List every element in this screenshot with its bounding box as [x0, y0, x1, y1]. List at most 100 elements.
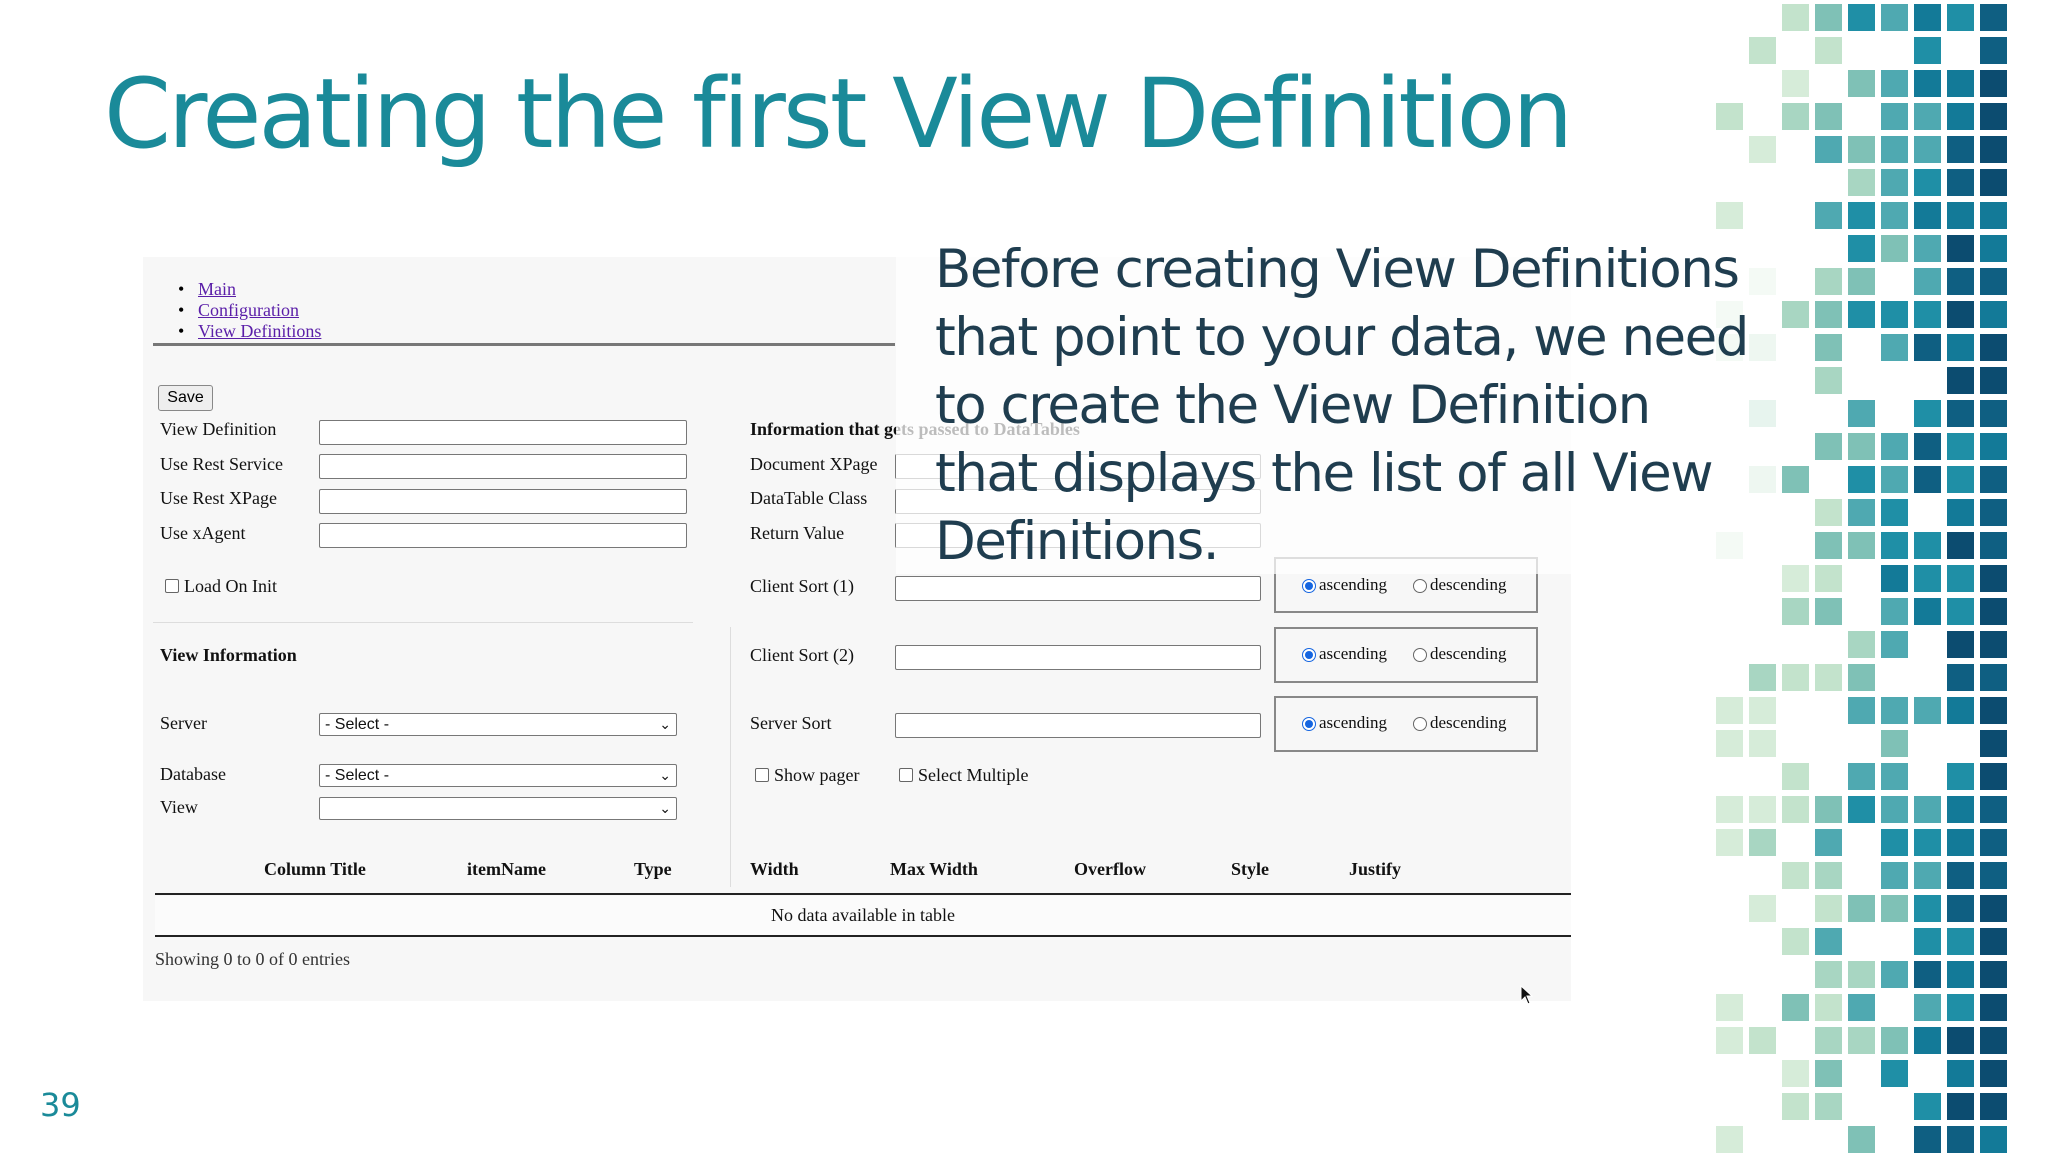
mosaic-tile: [1815, 829, 1842, 856]
use-xagent-input[interactable]: [319, 523, 687, 548]
mosaic-tile: [1980, 136, 2007, 163]
client-sort-2-descending-radio[interactable]: [1413, 648, 1427, 662]
mosaic-tile: [1914, 4, 1941, 31]
mosaic-tile: [1848, 763, 1875, 790]
mosaic-tile: [1881, 433, 1908, 460]
column-header-type[interactable]: Type: [634, 859, 672, 880]
mosaic-tile: [1749, 829, 1776, 856]
view-definition-input[interactable]: [319, 420, 687, 445]
mosaic-tile: [1848, 664, 1875, 691]
database-select[interactable]: - Select - ⌄: [319, 764, 677, 787]
mosaic-tile: [1815, 796, 1842, 823]
mosaic-tile: [1749, 796, 1776, 823]
mosaic-tile: [1914, 895, 1941, 922]
nav-link-main[interactable]: Main: [198, 279, 236, 299]
mosaic-tile: [1716, 202, 1743, 229]
datatable-class-label: DataTable Class: [750, 488, 868, 508]
server-sort-descending-radio[interactable]: [1413, 717, 1427, 731]
nav-item-main[interactable]: Main: [178, 279, 321, 300]
server-select[interactable]: - Select - ⌄: [319, 713, 677, 736]
mosaic-tile: [1980, 169, 2007, 196]
mosaic-tile: [1947, 433, 1974, 460]
mosaic-tile: [1947, 235, 1974, 262]
table-header-rule: [155, 893, 1571, 895]
client-sort-2-direction: ascending descending: [1274, 627, 1538, 683]
mosaic-tile: [1947, 4, 1974, 31]
mosaic-tile: [1782, 598, 1809, 625]
mosaic-tile: [1815, 532, 1842, 559]
table-bottom-rule: [155, 935, 1571, 937]
mosaic-tile: [1815, 37, 1842, 64]
client-sort-2-ascending-label: ascending: [1319, 644, 1387, 663]
column-header-style[interactable]: Style: [1231, 859, 1269, 880]
column-header-column-title[interactable]: Column Title: [264, 859, 366, 880]
mosaic-tile: [1980, 235, 2007, 262]
client-sort-2-input[interactable]: [895, 645, 1261, 670]
mosaic-tile: [1749, 664, 1776, 691]
mosaic-tile: [1914, 598, 1941, 625]
mosaic-tile: [1980, 367, 2007, 394]
show-pager-label: Show pager: [774, 765, 860, 785]
select-multiple-checkbox[interactable]: [899, 768, 913, 782]
column-header-itemname[interactable]: itemName: [467, 859, 546, 880]
client-sort-1-ascending-radio[interactable]: [1302, 579, 1316, 593]
view-select[interactable]: ⌄: [319, 797, 677, 820]
column-header-overflow[interactable]: Overflow: [1074, 859, 1146, 880]
mosaic-tile: [1848, 136, 1875, 163]
mosaic-tile: [1848, 169, 1875, 196]
nav-link-configuration[interactable]: Configuration: [198, 300, 299, 320]
mosaic-tile: [1914, 169, 1941, 196]
mosaic-tile: [1881, 862, 1908, 889]
mosaic-tile: [1947, 70, 1974, 97]
column-header-max-width[interactable]: Max Width: [890, 859, 978, 880]
nav-item-view-definitions[interactable]: View Definitions: [178, 321, 321, 342]
mosaic-tile: [1947, 631, 1974, 658]
client-sort-2-descending-label: descending: [1430, 644, 1507, 663]
client-sort-2-ascending-radio[interactable]: [1302, 648, 1316, 662]
mosaic-tile: [1980, 598, 2007, 625]
client-sort-1-ascending-label: ascending: [1319, 575, 1387, 594]
mosaic-tile: [1881, 895, 1908, 922]
select-multiple-label: Select Multiple: [918, 765, 1029, 785]
nav-link-view-definitions[interactable]: View Definitions: [198, 321, 321, 341]
client-sort-1-descending-radio[interactable]: [1413, 579, 1427, 593]
mosaic-tile: [1848, 202, 1875, 229]
mosaic-tile: [1914, 136, 1941, 163]
mosaic-tile: [1881, 532, 1908, 559]
mosaic-tile: [1815, 1093, 1842, 1120]
mosaic-tile: [1980, 202, 2007, 229]
mosaic-tile: [1749, 1027, 1776, 1054]
mosaic-tile: [1947, 796, 1974, 823]
mosaic-tile: [1782, 103, 1809, 130]
mosaic-tile: [1914, 334, 1941, 361]
mosaic-tile: [1947, 763, 1974, 790]
server-sort-input[interactable]: [895, 713, 1261, 738]
nav-item-configuration[interactable]: Configuration: [178, 300, 321, 321]
mosaic-tile: [1881, 235, 1908, 262]
server-sort-descending-label: descending: [1430, 713, 1507, 732]
column-header-width[interactable]: Width: [750, 859, 799, 880]
mosaic-tile: [1980, 466, 2007, 493]
save-button[interactable]: Save: [158, 385, 213, 411]
mosaic-tile: [1716, 697, 1743, 724]
mosaic-tile: [1848, 70, 1875, 97]
load-on-init-checkbox[interactable]: [165, 579, 179, 593]
mosaic-tile: [1947, 895, 1974, 922]
show-pager-checkbox[interactable]: [755, 768, 769, 782]
use-rest-service-input[interactable]: [319, 454, 687, 479]
server-sort-ascending-radio[interactable]: [1302, 717, 1316, 731]
mosaic-tile: [1881, 1027, 1908, 1054]
mosaic-tile: [1881, 961, 1908, 988]
mosaic-tile: [1782, 301, 1809, 328]
column-header-justify[interactable]: Justify: [1349, 859, 1401, 880]
mosaic-tile: [1980, 1027, 2007, 1054]
mosaic-tile: [1881, 136, 1908, 163]
mosaic-tile: [1947, 499, 1974, 526]
mosaic-tile: [1716, 103, 1743, 130]
client-sort-1-input[interactable]: [895, 576, 1261, 601]
mosaic-tile: [1881, 169, 1908, 196]
mosaic-tile: [1947, 301, 1974, 328]
section-divider: [153, 622, 693, 623]
mosaic-tile: [1881, 1060, 1908, 1087]
use-rest-xpage-input[interactable]: [319, 489, 687, 514]
